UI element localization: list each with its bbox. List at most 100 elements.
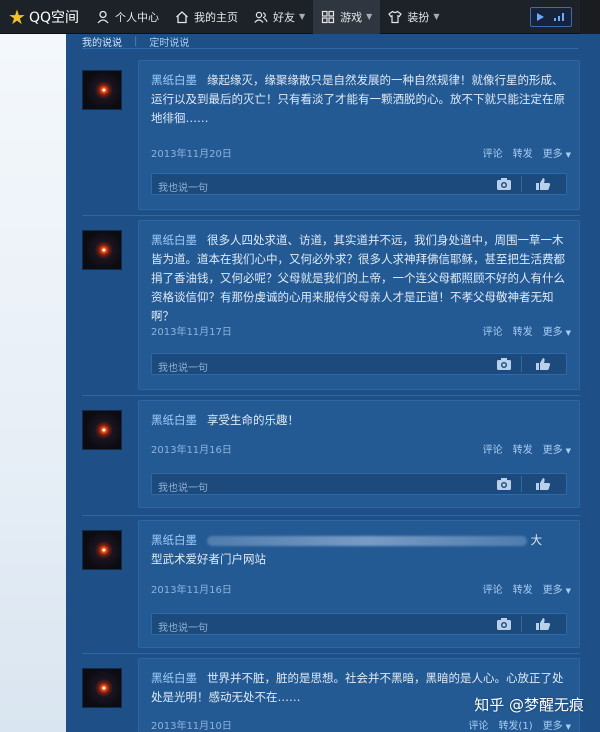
post-content: 黑纸白墨 缘起缘灭，缘聚缘散只是自然发展的一种自然规律！就像行星的形成、运行以及到… (151, 71, 571, 128)
post-date: 2013年11月17日 (151, 327, 232, 338)
post-text: 型武术爱好者门户网站 (151, 552, 266, 566)
chevron-down-icon: ▼ (299, 12, 306, 21)
chevron-down-icon: ▼ (565, 587, 571, 595)
thumbs-up-icon[interactable] (534, 617, 552, 631)
more-label: 更多 (542, 327, 563, 338)
post-actions: 评论 转发 更多 ▼ (483, 323, 571, 338)
author-name[interactable]: 黑纸白墨 (151, 671, 197, 685)
nav-label: 游戏 (340, 10, 363, 24)
home-icon (176, 10, 188, 23)
post-date: 2013年11月10日 (151, 721, 232, 732)
tab-separator: | (134, 35, 138, 47)
reply-divider (521, 176, 522, 192)
thumbs-up-icon[interactable] (534, 357, 552, 371)
avatar[interactable] (82, 230, 122, 270)
camera-icon[interactable] (494, 617, 514, 631)
camera-icon[interactable] (494, 357, 514, 371)
more-button[interactable]: 更多 ▼ (543, 441, 571, 456)
camera-icon[interactable] (494, 177, 514, 191)
comment-button[interactable]: 评论 (483, 581, 503, 596)
forward-button[interactable]: 转发 (513, 581, 533, 596)
grid-icon (322, 10, 335, 23)
nav-item-my-homepage[interactable]: 我的主页 (167, 0, 246, 34)
forward-button[interactable]: 转发 (513, 145, 533, 160)
feed-post: 黑纸白墨 很多人四处求道、访道，其实道并不远，我们身处道中，周围一草一木皆为道。道… (82, 220, 580, 396)
post-content: 黑纸白墨 很多人四处求道、访道，其实道并不远，我们身处道中，周围一草一木皆为道。道… (151, 231, 571, 326)
shirt-icon (388, 10, 403, 23)
post-actions: 评论 转发 更多 ▼ (483, 145, 571, 160)
post-date: 2013年11月16日 (151, 585, 232, 596)
post-text: 缘起缘灭，缘聚缘散只是自然发展的一种自然规律！就像行星的形成、运行以及到最后的灭… (151, 73, 565, 125)
chevron-down-icon: ▼ (565, 151, 571, 159)
comment-button[interactable]: 评论 (483, 145, 503, 160)
nav-label: 我的主页 (194, 10, 238, 24)
nav-item-friends[interactable]: 好友 ▼ (246, 0, 313, 34)
chevron-down-icon: ▼ (366, 12, 373, 21)
more-button[interactable]: 更多 ▼ (543, 717, 571, 732)
comment-button[interactable]: 评论 (468, 717, 488, 732)
post-content: 黑纸白墨 大 型武术爱好者门户网站 (151, 531, 571, 569)
post-meta: 2013年11月20日 评论 转发 更多 ▼ (151, 145, 571, 160)
qzone-logo[interactable]: ★ QQ空间 (0, 0, 88, 34)
signal-bars-icon (554, 13, 564, 21)
reply-divider (521, 476, 522, 492)
author-name[interactable]: 黑纸白墨 (151, 413, 197, 427)
nav-item-games[interactable]: 游戏 ▼ (313, 0, 381, 34)
post-text: 享受生命的乐趣！ (207, 413, 299, 427)
more-label: 更多 (542, 721, 563, 732)
main-feed-panel: 我的说说 | 定时说说 黑纸白墨 缘起缘灭，缘聚缘散只是自然发展的一种自然规律！就… (66, 34, 600, 732)
post-card: 黑纸白墨 享受生命的乐趣！ 2013年11月16日 评论 转发 更多 ▼ 我也说一句 (138, 400, 580, 508)
tab-my-posts[interactable]: 我的说说 (82, 34, 122, 49)
camera-icon[interactable] (494, 477, 514, 491)
post-meta: 2013年11月17日 评论 转发 更多 ▼ (151, 323, 571, 338)
chevron-down-icon: ▼ (433, 12, 440, 21)
reply-input[interactable]: 我也说一句 (151, 173, 567, 195)
reply-placeholder: 我也说一句 (158, 183, 208, 194)
left-background (0, 34, 66, 732)
topbar-edge (580, 0, 600, 34)
nav-item-dress-up[interactable]: 装扮 ▼ (380, 0, 447, 34)
avatar[interactable] (82, 410, 122, 450)
comment-button[interactable]: 评论 (483, 441, 503, 456)
forward-button[interactable]: 转发(1) (498, 717, 532, 732)
avatar[interactable] (82, 70, 122, 110)
avatar[interactable] (82, 530, 122, 570)
reply-input[interactable]: 我也说一句 (151, 613, 567, 635)
media-status-widget[interactable] (530, 7, 572, 27)
more-button[interactable]: 更多 ▼ (543, 145, 571, 160)
friends-icon (254, 11, 268, 23)
post-date: 2013年11月20日 (151, 149, 232, 160)
reply-placeholder: 我也说一句 (158, 623, 208, 634)
author-name[interactable]: 黑纸白墨 (151, 533, 197, 547)
avatar[interactable] (82, 668, 122, 708)
post-actions: 评论 转发 更多 ▼ (483, 581, 571, 596)
post-actions: 评论 转发(1) 更多 ▼ (468, 717, 571, 732)
thumbs-up-icon[interactable] (534, 177, 552, 191)
more-label: 更多 (542, 149, 563, 160)
reply-input[interactable]: 我也说一句 (151, 473, 567, 495)
logo-text: QQ空间 (29, 9, 80, 26)
chevron-down-icon: ▼ (565, 329, 571, 337)
watermark: 知乎 @梦醒无痕 (474, 696, 584, 714)
comment-button[interactable]: 评论 (483, 323, 503, 338)
post-content: 黑纸白墨 享受生命的乐趣！ (151, 411, 571, 430)
reply-input[interactable]: 我也说一句 (151, 353, 567, 375)
blurred-text (207, 535, 527, 546)
more-button[interactable]: 更多 ▼ (543, 323, 571, 338)
nav-label: 个人中心 (115, 10, 159, 24)
more-button[interactable]: 更多 ▼ (543, 581, 571, 596)
reply-divider (521, 356, 522, 372)
tab-scheduled-posts[interactable]: 定时说说 (149, 34, 189, 49)
thumbs-up-icon[interactable] (534, 477, 552, 491)
post-meta: 2013年11月16日 评论 转发 更多 ▼ (151, 441, 571, 456)
post-text-tail: 大 (530, 533, 543, 547)
author-name[interactable]: 黑纸白墨 (151, 73, 197, 87)
author-name[interactable]: 黑纸白墨 (151, 233, 197, 247)
chevron-down-icon: ▼ (565, 723, 571, 731)
post-card: 黑纸白墨 很多人四处求道、访道，其实道并不远，我们身处道中，周围一草一木皆为道。道… (138, 220, 580, 390)
forward-button[interactable]: 转发 (513, 441, 533, 456)
reply-placeholder: 我也说一句 (158, 483, 208, 494)
forward-button[interactable]: 转发 (513, 323, 533, 338)
divider (82, 48, 578, 49)
nav-item-personal-center[interactable]: 个人中心 (88, 0, 167, 34)
